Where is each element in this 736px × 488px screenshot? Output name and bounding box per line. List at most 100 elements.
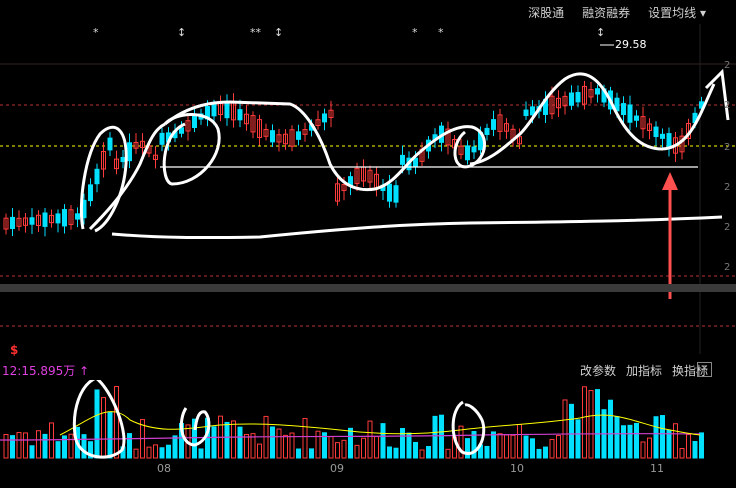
volume-bar — [172, 435, 178, 459]
volume-bar — [439, 414, 444, 459]
volume-bar — [94, 389, 100, 459]
candle — [575, 92, 581, 103]
svg-text:2: 2 — [724, 182, 730, 193]
volume-bar — [244, 433, 249, 459]
volume-bar — [29, 445, 35, 459]
candle — [159, 132, 165, 145]
volume-bar — [107, 411, 113, 459]
candle — [400, 154, 405, 165]
marker-star: * — [93, 26, 99, 39]
volume-bar — [614, 416, 620, 459]
chart-separator[interactable] — [0, 284, 736, 292]
volume-bar — [374, 436, 379, 459]
month-label: 08 — [157, 462, 171, 475]
volume-bar — [673, 423, 678, 459]
candle — [393, 185, 399, 203]
volume-bar — [23, 432, 28, 459]
candle — [465, 145, 470, 161]
add-indicator-button[interactable]: 加指标 — [626, 362, 662, 379]
svg-text:↕: ↕ — [274, 26, 283, 39]
volume-bar — [133, 448, 139, 459]
volume-bar — [653, 416, 659, 459]
margin-trading-button[interactable]: 融资融券 — [582, 4, 630, 21]
volume-bar — [315, 430, 321, 459]
volume-bar — [530, 438, 535, 459]
volume-bar — [153, 444, 158, 459]
volume-bar — [367, 420, 373, 459]
volume-bar — [42, 433, 48, 459]
svg-text:**: ** — [250, 26, 262, 39]
svg-text:2: 2 — [724, 60, 730, 71]
candle — [55, 213, 61, 224]
volume-bar — [497, 433, 503, 459]
volume-bar — [517, 424, 522, 459]
volume-bar — [270, 426, 275, 459]
volume-bar — [231, 420, 236, 459]
volume-bar — [484, 445, 490, 459]
volume-bar — [569, 403, 574, 459]
volume-bar — [354, 444, 360, 459]
dollar-mark: $ — [10, 343, 19, 357]
candle — [621, 103, 626, 116]
volume-bar — [504, 434, 509, 459]
volume-bar — [393, 447, 399, 459]
candle — [569, 92, 574, 106]
candle — [29, 217, 35, 225]
volume-bar — [432, 415, 438, 459]
candle — [387, 183, 392, 202]
volume-bar — [679, 447, 685, 459]
volume-bar — [68, 433, 74, 459]
candle — [296, 131, 301, 140]
candle — [88, 184, 93, 202]
volume-bar — [400, 428, 405, 459]
volume-bar — [276, 428, 282, 459]
volume-bar — [556, 435, 561, 459]
volume-label: 12:15.895万 ↑ — [2, 364, 90, 378]
volume-bar — [166, 444, 171, 459]
volume-bar — [634, 422, 639, 459]
svg-text:2: 2 — [724, 262, 730, 273]
svg-text:2: 2 — [724, 222, 730, 233]
volume-bar — [426, 446, 431, 459]
svg-text:*: * — [438, 26, 444, 39]
volume-bar — [257, 443, 262, 459]
volume-bar — [510, 434, 516, 459]
candle — [471, 146, 477, 153]
volume-bar — [491, 431, 496, 459]
volume-bar — [283, 434, 288, 459]
edit-params-button[interactable]: 改参数 — [580, 362, 616, 379]
candle — [634, 115, 639, 121]
volume-bar — [341, 439, 347, 459]
close-icon[interactable]: × — [697, 362, 712, 377]
shgt-button[interactable]: 深股通 — [528, 4, 564, 21]
volume-bar — [302, 417, 308, 459]
volume-bar — [296, 448, 301, 459]
candle — [94, 168, 100, 185]
volume-bar — [647, 437, 652, 459]
volume-bar — [309, 448, 314, 459]
volume-bar — [36, 430, 41, 459]
volume-bar — [361, 437, 366, 459]
volume-bar — [660, 415, 665, 459]
volume-bar — [536, 448, 542, 459]
candle — [42, 212, 48, 227]
ma-settings-button[interactable]: 设置均线 ▾ — [648, 4, 706, 21]
volume-bar — [146, 446, 152, 459]
candle — [530, 106, 535, 116]
volume-bar — [445, 448, 451, 459]
candle — [322, 113, 327, 123]
volume-bar — [81, 434, 87, 459]
candlestick-chart[interactable]: * ↕ ** ↕ * * ↕ 29.58 2 2 2 2 2 2 — [0, 24, 736, 354]
volume-bar — [159, 447, 165, 459]
volume-bar — [699, 432, 704, 459]
candle — [10, 216, 15, 229]
volume-bar — [328, 436, 334, 459]
svg-text:*: * — [412, 26, 418, 39]
volume-chart[interactable] — [0, 380, 736, 460]
volume-bar — [49, 422, 54, 459]
volume-bar — [413, 441, 418, 459]
month-axis: 08 09 10 11 — [0, 462, 736, 476]
volume-bar — [562, 399, 568, 459]
volume-bar — [692, 441, 698, 459]
candle — [179, 127, 184, 134]
